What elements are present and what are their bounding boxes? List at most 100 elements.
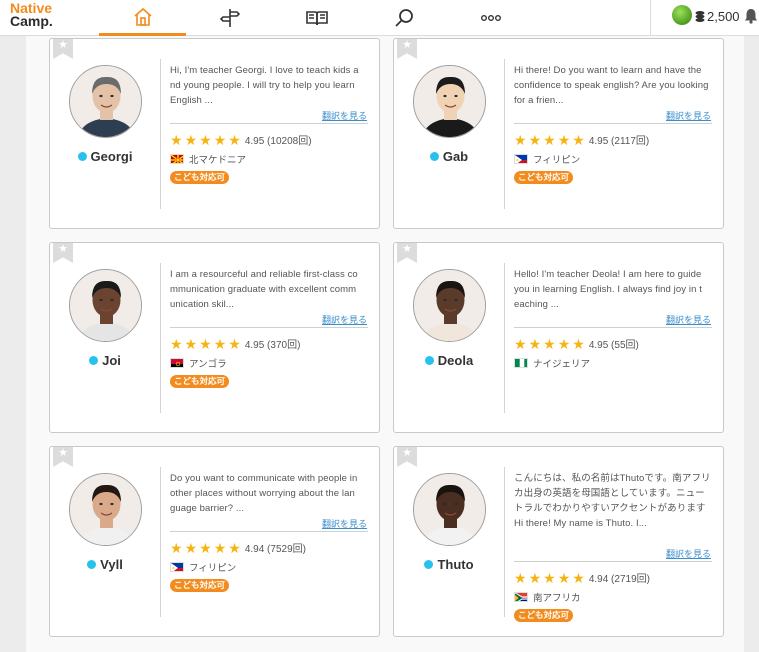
star-icon: ★ [528,131,542,148]
teacher-card[interactable]: ★ Gab Hi there! Do you want to learn and h… [393,38,724,229]
teacher-name-text: Deola [437,353,474,368]
star-icon: ★ [557,335,571,352]
rating-value: 4.95 (2117回) [588,136,650,147]
search-icon [394,9,413,27]
teacher-avatar[interactable] [413,269,486,342]
star-icon: ★ [213,539,227,556]
teacher-country: 南アフリカ [514,590,581,604]
teacher-rating: ★ ★ ★ ★ ★ 4.94 (2719回) [514,569,650,586]
southafrica-flag-icon [514,592,528,602]
nav-more[interactable] [447,0,534,36]
points-balance: 2,500 [707,9,740,24]
apple-icon[interactable] [672,5,692,25]
teacher-card[interactable]: ★ Deola Hello! I'm teacher Deola! I am her… [393,242,724,433]
teacher-avatar[interactable] [413,473,486,546]
translate-link[interactable]: 翻訳を見る [322,109,367,122]
country-name: 南アフリカ [533,593,581,604]
star-icon: ★ [170,539,183,556]
rating-value: 4.95 (370回) [244,340,301,351]
star-icon: ★ [528,569,542,586]
more-icon [480,14,501,21]
favorite-bookmark-icon[interactable]: ★ [397,243,417,263]
teacher-avatar[interactable] [69,269,142,342]
star-icon: ★ [543,335,556,352]
teacher-description: こんにちは、私の名前はThutoです。南アフリカ出身の英語を母国語としています。… [514,473,711,529]
teacher-country: 北マケドニア [170,152,246,166]
teacher-name-text: Georgi [90,149,133,164]
star-icon: ★ [514,569,527,586]
star-icon: ★ [514,131,527,148]
star-icon: ★ [543,131,556,148]
card-separator [514,327,712,328]
nav-home[interactable] [99,0,186,36]
nav-search[interactable] [360,0,447,36]
top-header: Native Camp. 2,500 [0,0,759,36]
native-camp-logo[interactable]: Native Camp. [10,1,53,28]
teacher-name[interactable]: Vyll [50,557,160,572]
country-name: 北マケドニア [189,155,247,166]
country-name: フィリピン [189,563,237,574]
card-separator [170,327,368,328]
favorite-bookmark-icon[interactable]: ★ [397,447,417,467]
rating-value: 4.95 (55回) [588,340,639,351]
teacher-name[interactable]: Gab [394,149,504,164]
rating-value: 4.94 (7529回) [244,544,306,555]
online-status-dot [429,152,439,161]
teacher-name[interactable]: Georgi [50,149,160,164]
country-name: アンゴラ [189,359,227,370]
favorite-bookmark-icon[interactable]: ★ [53,447,73,467]
teacher-card[interactable]: ★ Georgi Hi, I'm teacher Georgi. I love to… [49,38,380,229]
teacher-name-text: Vyll [100,557,123,572]
translate-link[interactable]: 翻訳を見る [666,109,711,122]
bell-icon[interactable] [744,8,758,24]
country-name: フィリピン [533,155,581,166]
teacher-card[interactable]: ★ Vyll Do you want to communicate with peo… [49,446,380,637]
translate-link[interactable]: 翻訳を見る [322,517,367,530]
card-divider [504,59,505,209]
country-name: ナイジェリア [533,359,591,370]
card-separator [170,123,368,124]
card-separator [170,531,368,532]
angola-flag-icon [170,358,184,368]
teacher-name[interactable]: Joi [50,353,160,368]
philippines-flag-icon [514,154,528,164]
kids-ok-badge: こども対応可 [514,609,574,622]
favorite-bookmark-icon[interactable]: ★ [53,243,73,263]
star-icon: ★ [184,335,198,352]
teacher-country: フィリピン [514,152,580,166]
teacher-avatar[interactable] [69,65,142,138]
nigeria-flag-icon [514,358,528,368]
star-icon: ★ [184,131,198,148]
home-icon [133,7,152,26]
teacher-avatar[interactable] [413,65,486,138]
teacher-rating: ★ ★ ★ ★ ★ 4.95 (55回) [514,335,639,352]
teacher-card[interactable]: ★ Joi I am a resourceful and reliable firs… [49,242,380,433]
nav-signpost[interactable] [186,0,273,36]
star-icon: ★ [199,539,212,556]
teacher-avatar[interactable] [69,473,142,546]
teacher-name[interactable]: Thuto [394,557,504,572]
star-icon: ★ [228,335,241,352]
translate-link[interactable]: 翻訳を見る [322,313,367,326]
teacher-country: ナイジェリア [514,356,590,370]
star-icon: ★ [170,335,183,352]
star-icon: ★ [213,335,227,352]
translate-link[interactable]: 翻訳を見る [666,547,711,560]
rating-value: 4.95 (10208回) [244,136,312,147]
teacher-card[interactable]: ★ Thuto こんにちは、私の名前はThutoです。南アフリカ出身の英語を母国語と… [393,446,724,637]
teacher-name[interactable]: Deola [394,353,504,368]
star-icon: ★ [557,131,571,148]
favorite-bookmark-icon[interactable]: ★ [53,39,73,59]
teacher-rating: ★ ★ ★ ★ ★ 4.95 (370回) [170,335,301,352]
card-divider [504,467,505,617]
translate-link[interactable]: 翻訳を見る [666,313,711,326]
online-status-dot [424,356,434,365]
star-icon: ★ [572,131,585,148]
star-icon: ★ [543,569,556,586]
favorite-bookmark-icon[interactable]: ★ [397,39,417,59]
kids-ok-badge: こども対応可 [170,171,230,184]
star-icon: ★ [228,539,241,556]
nav-book[interactable] [273,0,360,36]
star-icon: ★ [228,131,241,148]
teacher-description: Hi there! Do you want to learn and have … [514,65,709,106]
